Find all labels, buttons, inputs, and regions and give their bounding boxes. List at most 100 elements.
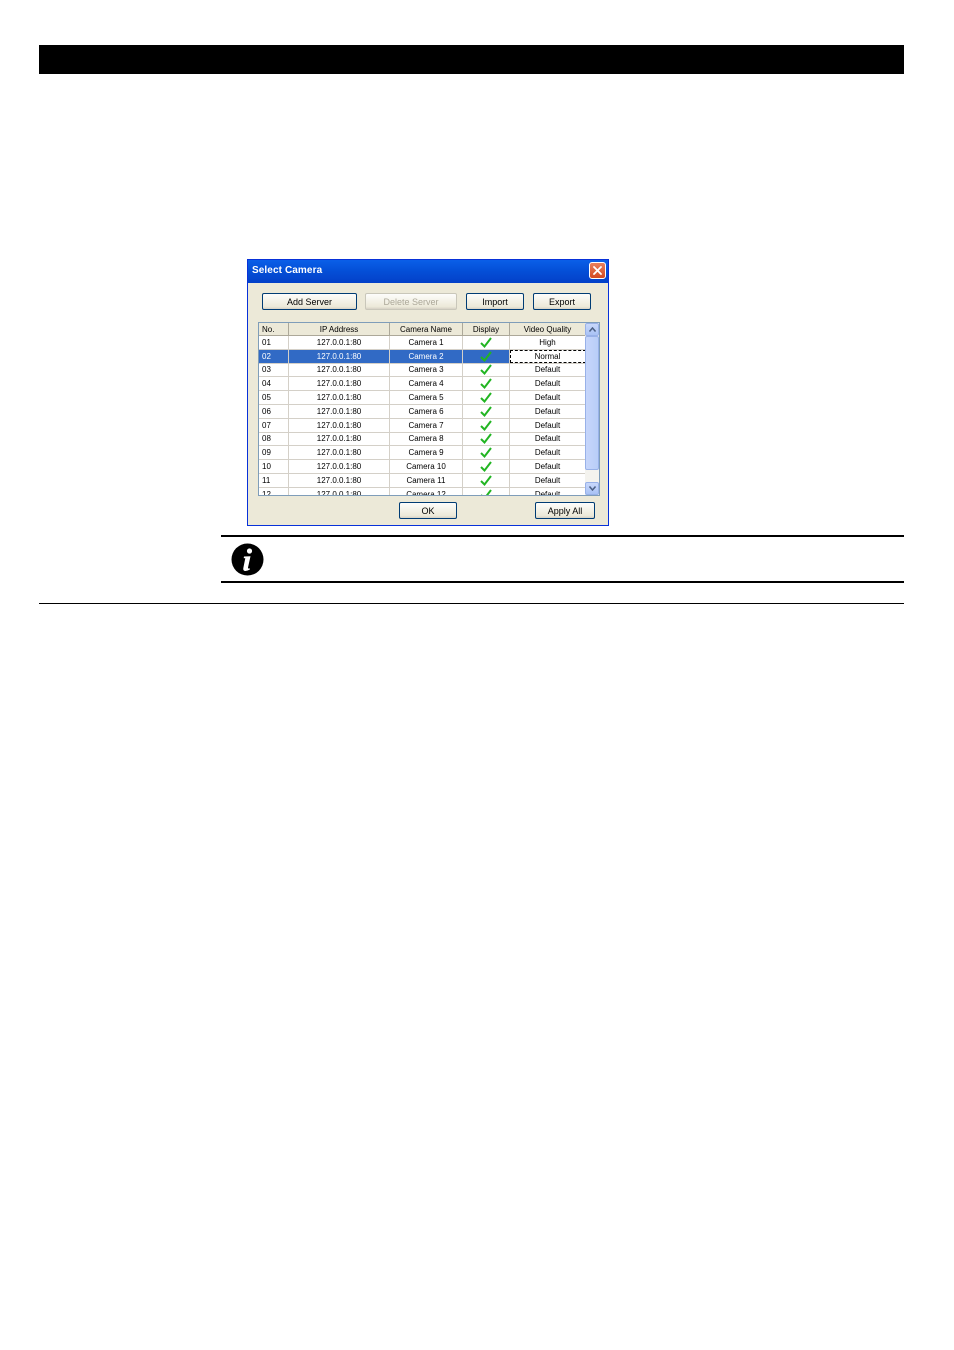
scroll-thumb[interactable] [585, 336, 599, 470]
row-display[interactable] [463, 363, 510, 377]
checkmark-icon [480, 461, 492, 473]
table-row[interactable]: 06 127.0.0.1:80 Camera 6 Default [259, 404, 586, 419]
scroll-up-button[interactable] [585, 323, 599, 336]
table-row[interactable]: 07 127.0.0.1:80 Camera 7 Default [259, 418, 586, 433]
row-number: 03 [259, 363, 289, 377]
select-camera-dialog: Select Camera Add Server Delete Server I… [247, 259, 609, 526]
row-camera-name: Camera 9 [390, 446, 463, 460]
table-row[interactable]: 11 127.0.0.1:80 Camera 11 Default [259, 473, 586, 488]
column-header-ip-address[interactable]: IP Address [289, 323, 390, 335]
checkmark-icon [480, 378, 492, 390]
row-video-quality: Default [510, 418, 586, 432]
row-display[interactable] [463, 404, 510, 418]
export-button[interactable]: Export [533, 293, 591, 310]
row-ip-address: 127.0.0.1:80 [289, 460, 390, 473]
row-video-quality: Default [510, 446, 586, 460]
section-header-bar [39, 45, 904, 74]
row-camera-name: Camera 2 [390, 349, 463, 363]
checkmark-icon [480, 433, 492, 445]
table-row[interactable]: 09 127.0.0.1:80 Camera 9 Default [259, 446, 586, 461]
delete-server-button[interactable]: Delete Server [365, 293, 457, 310]
row-camera-name: Camera 8 [390, 432, 463, 446]
row-video-quality: Default [510, 391, 586, 404]
row-camera-name: Camera 7 [390, 418, 463, 432]
ok-button[interactable]: OK [399, 502, 457, 519]
row-ip-address: 127.0.0.1:80 [289, 432, 390, 446]
column-header-no[interactable]: No. [259, 323, 289, 335]
table-row[interactable]: 12 127.0.0.1:80 Camera 12 Default [259, 487, 586, 495]
row-video-quality: Default [510, 460, 586, 473]
note-bottom-rule [221, 581, 904, 583]
row-camera-name: Camera 5 [390, 391, 463, 404]
checkmark-icon [480, 406, 492, 417]
row-display[interactable] [463, 418, 510, 432]
row-number: 05 [259, 391, 289, 404]
row-camera-name: Camera 1 [390, 336, 463, 349]
table-row[interactable]: 05 127.0.0.1:80 Camera 5 Default [259, 391, 586, 405]
row-video-quality: Default [510, 487, 586, 495]
row-video-quality: Default [510, 473, 586, 487]
row-display[interactable] [463, 473, 510, 487]
row-camera-name: Camera 6 [390, 404, 463, 418]
column-header-camera-name[interactable]: Camera Name [390, 323, 463, 335]
row-display[interactable] [463, 336, 510, 349]
row-display[interactable] [463, 349, 510, 363]
row-ip-address: 127.0.0.1:80 [289, 487, 390, 495]
table-row[interactable]: 02 127.0.0.1:80 Camera 2 Normal [259, 349, 586, 364]
dialog-titlebar: Select Camera [248, 260, 608, 283]
info-icon [231, 543, 264, 576]
row-number: 09 [259, 446, 289, 460]
row-camera-name: Camera 4 [390, 377, 463, 391]
row-video-quality: Default [510, 432, 586, 446]
row-display[interactable] [463, 377, 510, 391]
add-server-button[interactable]: Add Server [262, 293, 357, 310]
checkmark-icon [480, 420, 492, 431]
camera-list[interactable]: No. IP Address Camera Name Display Video… [258, 322, 600, 496]
camera-list-rows: 01 127.0.0.1:80 Camera 1 High 02 127.0.0.1:80… [259, 336, 586, 495]
import-button[interactable]: Import [466, 293, 524, 310]
row-camera-name: Camera 12 [390, 487, 463, 495]
checkmark-icon [480, 392, 492, 404]
close-button[interactable] [589, 262, 606, 279]
row-display[interactable] [463, 391, 510, 404]
row-camera-name: Camera 3 [390, 363, 463, 377]
row-display[interactable] [463, 446, 510, 460]
row-display[interactable] [463, 432, 510, 446]
row-video-quality: High [510, 336, 586, 349]
row-ip-address: 127.0.0.1:80 [289, 377, 390, 391]
row-number: 08 [259, 432, 289, 446]
checkmark-icon [480, 489, 492, 495]
column-header-display[interactable]: Display [463, 323, 510, 335]
row-display[interactable] [463, 487, 510, 495]
row-video-quality: Normal [510, 349, 586, 363]
row-number: 04 [259, 377, 289, 391]
vertical-scrollbar[interactable] [585, 323, 599, 495]
row-video-quality: Default [510, 377, 586, 391]
row-ip-address: 127.0.0.1:80 [289, 363, 390, 377]
row-number: 12 [259, 487, 289, 495]
scroll-down-button[interactable] [585, 482, 599, 495]
row-ip-address: 127.0.0.1:80 [289, 336, 390, 349]
row-ip-address: 127.0.0.1:80 [289, 349, 390, 363]
note-top-rule [221, 535, 904, 537]
dialog-title: Select Camera [252, 265, 323, 276]
checkmark-icon [480, 337, 492, 348]
apply-all-button[interactable]: Apply All [535, 502, 595, 519]
row-number: 11 [259, 473, 289, 487]
row-number: 02 [259, 349, 289, 363]
table-row[interactable]: 10 127.0.0.1:80 Camera 10 Default [259, 460, 586, 474]
checkmark-icon [480, 475, 492, 486]
row-number: 06 [259, 404, 289, 418]
row-ip-address: 127.0.0.1:80 [289, 418, 390, 432]
camera-list-header: No. IP Address Camera Name Display Video… [259, 323, 586, 336]
row-ip-address: 127.0.0.1:80 [289, 446, 390, 460]
table-row[interactable]: 03 127.0.0.1:80 Camera 3 Default [259, 363, 586, 378]
checkmark-icon [480, 351, 492, 362]
table-row[interactable]: 08 127.0.0.1:80 Camera 8 Default [259, 432, 586, 447]
table-row[interactable]: 04 127.0.0.1:80 Camera 4 Default [259, 377, 586, 392]
table-row[interactable]: 01 127.0.0.1:80 Camera 1 High [259, 336, 586, 350]
row-display[interactable] [463, 460, 510, 473]
row-camera-name: Camera 10 [390, 460, 463, 473]
row-number: 01 [259, 336, 289, 349]
column-header-video-quality[interactable]: Video Quality [510, 323, 586, 335]
